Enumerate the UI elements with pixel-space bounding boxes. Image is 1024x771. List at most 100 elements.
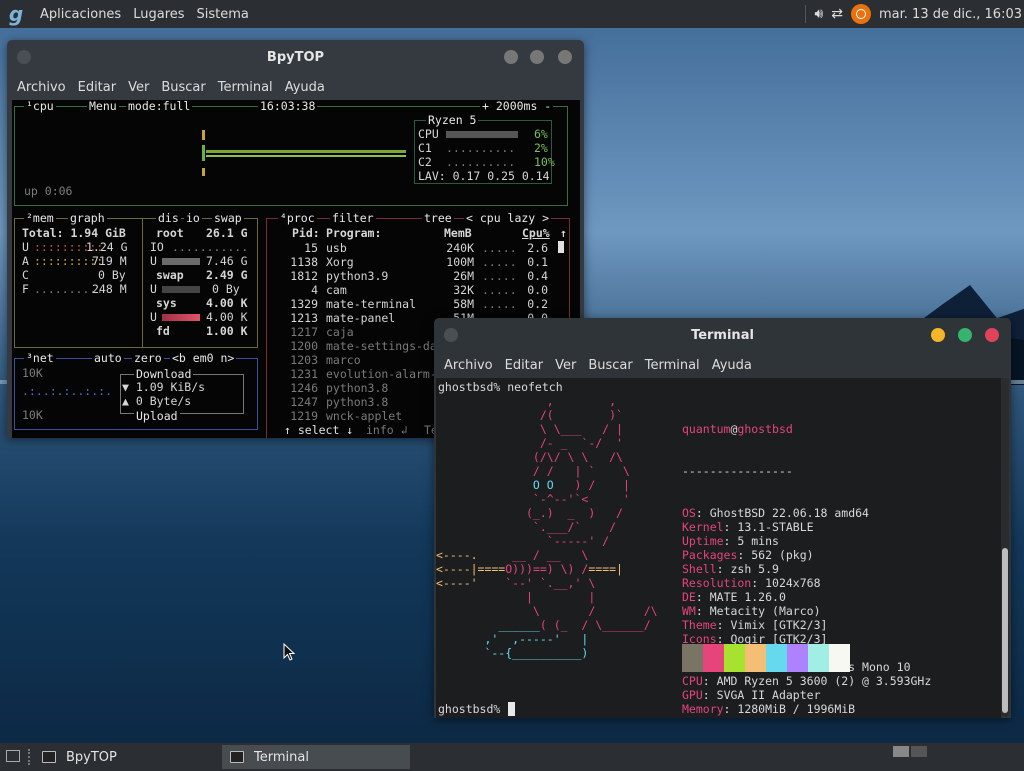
ghostbsd-logo-icon[interactable]: g [4, 2, 28, 26]
cpu-mode[interactable]: mode:full [126, 100, 193, 112]
cpu-meter [446, 131, 518, 138]
c2-row-value: 10% [534, 155, 555, 169]
taskbar-item-label: Terminal [254, 749, 309, 765]
proc-cpu: 2.6 [527, 241, 548, 255]
close-button[interactable] [985, 328, 999, 342]
proc-cpu-meter: ..... [482, 241, 517, 255]
proc-cpu-meter: ..... [482, 269, 517, 283]
menu-ver[interactable]: Ver [549, 358, 582, 373]
info-key: Resolution [682, 576, 752, 590]
proc-pid: 15 [304, 241, 318, 255]
proc-sort[interactable]: < cpu lazy > [464, 212, 552, 224]
mem-cached-value: 0 By [98, 268, 126, 282]
clock[interactable]: mar. 13 de dic., 16:03 [879, 7, 1022, 22]
c1-meter: .......... [446, 141, 516, 155]
update-notifier-icon[interactable] [851, 4, 872, 24]
bottom-panel: BpyTOP Terminal [0, 743, 1024, 771]
terminal-window: Terminal Archivo Editar Ver Buscar Termi… [434, 318, 1011, 718]
proc-sort-arrow[interactable]: ↑ [560, 226, 567, 240]
workspace-switcher[interactable] [892, 745, 928, 758]
mem-graph-toggle[interactable]: graph [68, 212, 107, 224]
show-desktop-icon[interactable] [6, 750, 20, 762]
swap-tab[interactable]: swap [212, 212, 244, 224]
proc-pid: 1219 [290, 409, 318, 423]
proc-program: usb [326, 241, 347, 255]
mem-tab[interactable]: ²mem [24, 212, 56, 224]
palette-swatch [703, 644, 724, 672]
proc-cpu-meter: ..... [482, 297, 517, 311]
menu-buscar[interactable]: Buscar [582, 358, 638, 373]
proc-pid: 4 [311, 283, 318, 297]
terminal-titlebar[interactable]: Terminal [434, 318, 1011, 352]
taskbar-item-terminal[interactable]: Terminal [222, 745, 410, 769]
window-menu-button[interactable] [17, 50, 31, 64]
proc-program: evolution-alarm- [326, 367, 437, 381]
minimize-button[interactable] [931, 328, 945, 342]
neofetch-info-line: DE: MATE 1.26.0 [682, 590, 931, 604]
palette-swatch [724, 644, 745, 672]
proc-footer-info[interactable]: info ↲ [364, 424, 410, 436]
menu-editar[interactable]: Editar [499, 358, 550, 373]
fd-label: fd [156, 324, 170, 338]
window-menu-button[interactable] [444, 328, 458, 342]
net-interface[interactable]: <b em0 n> [170, 352, 237, 364]
cpu-row-value: 6% [534, 127, 548, 141]
terminal-scrollbar[interactable] [1001, 378, 1009, 716]
terminal-content[interactable]: ghostbsd% neofetch , , /( )` \ \___ / | … [436, 378, 1001, 718]
menu-ver[interactable]: Ver [122, 80, 155, 95]
bpytop-titlebar[interactable]: BpyTOP [7, 40, 584, 74]
maximize-button[interactable] [958, 328, 972, 342]
volume-icon[interactable]: 🔊︎ [814, 6, 823, 22]
menu-lugares[interactable]: Lugares [127, 7, 190, 22]
net-auto[interactable]: auto [92, 352, 124, 364]
menu-editar[interactable]: Editar [72, 80, 123, 95]
menu-terminal[interactable]: Terminal [212, 80, 279, 95]
cpu-tab[interactable]: ¹cpu [24, 100, 56, 112]
cpu-interval[interactable]: + 2000ms - [480, 100, 554, 112]
proc-mem: 100M [446, 255, 474, 269]
neofetch-info-line: Shell: zsh 5.9 [682, 562, 931, 576]
proc-cpu-meter: ..... [482, 255, 517, 269]
panel-handle[interactable] [28, 749, 30, 765]
close-button[interactable] [558, 50, 572, 64]
info-value: SVGA II Adapter [716, 688, 821, 702]
menu-archivo[interactable]: Archivo [438, 358, 499, 373]
proc-pid: 1247 [290, 395, 318, 409]
menu-ayuda[interactable]: Ayuda [279, 80, 331, 95]
menu-aplicaciones[interactable]: Aplicaciones [34, 7, 127, 22]
minimize-button[interactable] [504, 50, 518, 64]
proc-tree[interactable]: tree [422, 212, 454, 224]
cpu-graph [202, 130, 406, 176]
proc-mem: 32K [453, 283, 474, 297]
neofetch-host: ghostbsd [737, 422, 793, 436]
bpytop-menubar: Archivo Editar Ver Buscar Terminal Ayuda [7, 74, 584, 100]
proc-program: Xorg [326, 255, 354, 269]
taskbar-item-bpytop[interactable]: BpyTOP [34, 745, 220, 769]
net-zero[interactable]: zero [132, 352, 164, 364]
workspace-2[interactable] [911, 746, 927, 757]
scrollbar-thumb[interactable] [1002, 548, 1008, 713]
menu-ayuda[interactable]: Ayuda [706, 358, 758, 373]
info-colon: : [723, 520, 738, 534]
proc-header-cpu[interactable]: Cpu% [522, 226, 550, 240]
proc-footer-select[interactable]: ↑ select ↓ [282, 424, 356, 436]
net-scale-top: 10K [22, 366, 43, 380]
io-tab[interactable]: io [184, 212, 202, 224]
proc-program: cam [326, 283, 347, 297]
menu-sistema[interactable]: Sistema [191, 7, 255, 22]
proc-tab[interactable]: ⁴proc [278, 212, 317, 224]
network-icon[interactable]: ⇄ [831, 6, 843, 22]
proc-mem: 240K [446, 241, 474, 255]
net-tab[interactable]: ³net [24, 352, 56, 364]
info-value: MATE 1.26.0 [709, 590, 786, 604]
menu-terminal[interactable]: Terminal [639, 358, 706, 373]
maximize-button[interactable] [530, 50, 544, 64]
disk-tab[interactable]: dis [156, 212, 181, 224]
proc-scrollbar[interactable] [558, 241, 564, 253]
menu-buscar[interactable]: Buscar [155, 80, 211, 95]
proc-filter[interactable]: filter [330, 212, 376, 224]
workspace-1[interactable] [893, 746, 909, 757]
menu-archivo[interactable]: Archivo [11, 80, 72, 95]
info-key: GPU [682, 688, 703, 702]
cpu-menu[interactable]: Menu [87, 100, 119, 112]
